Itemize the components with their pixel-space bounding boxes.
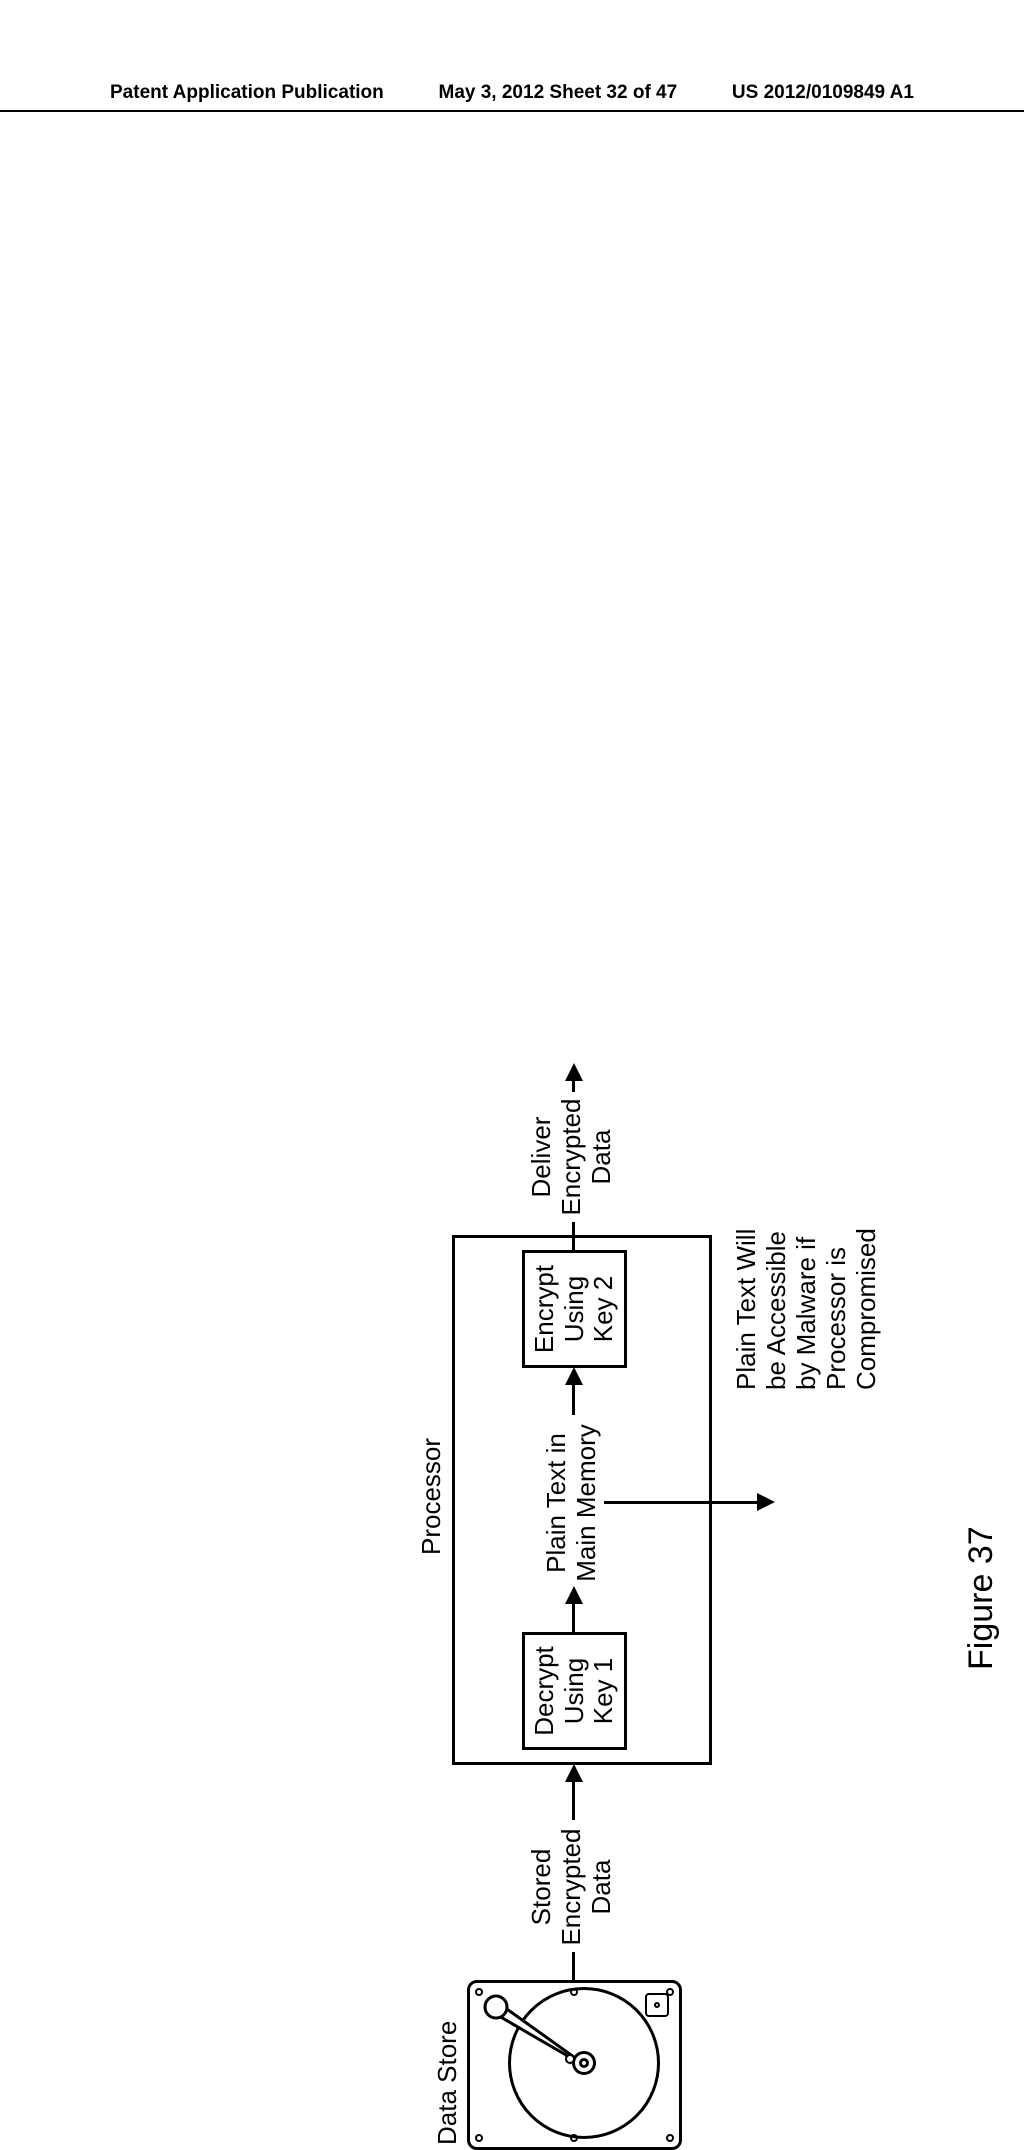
header-right: US 2012/0109849 A1: [732, 82, 914, 104]
text-line: Encrypt: [530, 1253, 560, 1365]
text-line: Deliver: [526, 1117, 556, 1198]
text-line: Decrypt: [530, 1635, 560, 1747]
arrowhead-icon: [565, 1367, 583, 1385]
flow-line: [572, 1952, 575, 1980]
flow-line: [572, 1222, 575, 1250]
plaintext-label: Plain Text in Main Memory: [542, 1414, 602, 1592]
data-store-label: Data Store: [432, 2021, 463, 2145]
arrowhead-icon: [757, 1493, 775, 1511]
processor-text: Processor: [416, 1438, 446, 1555]
encrypt-box: Encrypt Using Key 2: [522, 1250, 627, 1368]
text-line: Plain Text Will: [731, 1229, 761, 1390]
diagram-stage: Data Store: [262, 1090, 1024, 2150]
data-store-text: Data Store: [432, 2021, 462, 2145]
header-center: May 3, 2012 Sheet 32 of 47: [439, 82, 678, 104]
screw-icon: [475, 2134, 483, 2142]
hard-drive-icon: [467, 1980, 682, 2150]
text-line: Compromised: [851, 1228, 881, 1390]
header-left: Patent Application Publication: [110, 82, 384, 104]
hdd-connector-icon: [645, 1993, 669, 2017]
stored-encrypted-data-label: Stored Encrypted Data: [527, 1822, 617, 1952]
figure-caption: Figure 37: [962, 1526, 1001, 1670]
text-line: Encrypted: [556, 1098, 586, 1215]
text-line: Key 2: [589, 1253, 619, 1365]
flow-arrow: [572, 1780, 575, 1820]
text-line: Processor is: [821, 1247, 851, 1390]
processor-label: Processor: [416, 1438, 447, 1555]
screw-icon: [475, 1988, 483, 1996]
text-line: Key 1: [589, 1635, 619, 1747]
decrypt-box: Decrypt Using Key 1: [522, 1632, 627, 1750]
warning-label: Plain Text Will be Accessible by Malware…: [732, 1180, 881, 1390]
flow-line-down: [604, 1501, 759, 1504]
text-line: by Malware if: [791, 1237, 821, 1390]
text-line: be Accessible: [761, 1231, 791, 1390]
text-line: Using: [560, 1635, 590, 1747]
deliver-label: Deliver Encrypted Data: [527, 1092, 617, 1222]
text-line: Using: [560, 1253, 590, 1365]
arrowhead-icon: [565, 1063, 583, 1081]
arrowhead-icon: [565, 1764, 583, 1782]
flow-arrow: [572, 1602, 575, 1632]
text-line: Encrypted: [556, 1828, 586, 1945]
screw-icon: [570, 2134, 578, 2142]
text-line: Main Memory: [571, 1424, 601, 1581]
text-line: Plain Text in: [541, 1433, 571, 1573]
screw-icon: [570, 1988, 578, 1996]
flow-arrow: [572, 1383, 575, 1415]
text-line: Data: [586, 1860, 616, 1915]
figure-text: Figure 37: [962, 1526, 1000, 1670]
screw-icon: [666, 2134, 674, 2142]
text-line: Stored: [526, 1849, 556, 1926]
text-line: Data: [586, 1130, 616, 1185]
page-header: Patent Application Publication May 3, 20…: [0, 82, 1024, 112]
